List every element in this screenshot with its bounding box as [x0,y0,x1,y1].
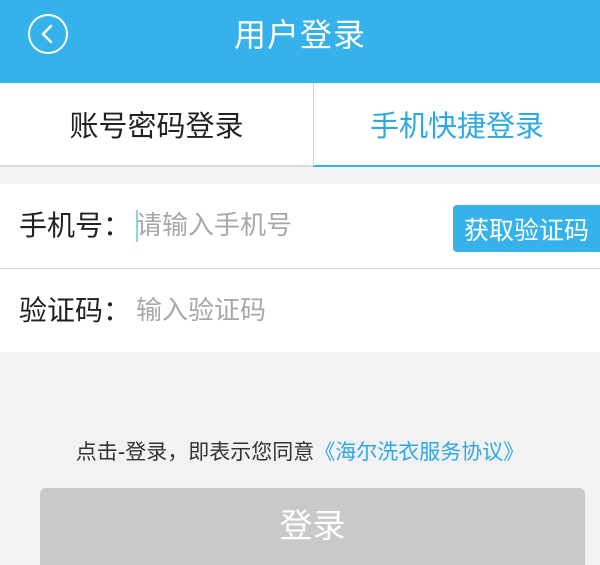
tab-account-password[interactable]: 账号密码登录 [0,83,313,167]
login-page: 用户登录 账号密码登录 手机快捷登录 手机号： 获取验证码 验证码： 点击-登录… [0,0,600,565]
phone-input[interactable] [136,206,436,246]
login-tabs: 账号密码登录 手机快捷登录 [0,83,600,167]
tab-phone-quick[interactable]: 手机快捷登录 [313,83,600,167]
get-code-button[interactable]: 获取验证码 [453,205,600,252]
header-bar: 用户登录 [0,0,600,83]
phone-row: 手机号： 获取验证码 [0,184,600,268]
phone-label: 手机号： [19,209,132,242]
agreement-text: 点击-登录，即表示您同意《海尔洗衣服务协议》 [0,438,600,466]
agreement-link[interactable]: 《海尔洗衣服务协议》 [314,440,524,464]
login-form: 手机号： 获取验证码 验证码： [0,184,600,352]
code-label: 验证码： [19,294,132,327]
text-cursor [136,210,138,242]
page-title: 用户登录 [233,16,366,54]
login-button[interactable]: 登录 [40,488,585,565]
code-row: 验证码： [0,268,600,352]
code-input[interactable] [136,291,436,331]
agreement-prefix: 点击-登录，即表示您同意 [75,440,315,464]
